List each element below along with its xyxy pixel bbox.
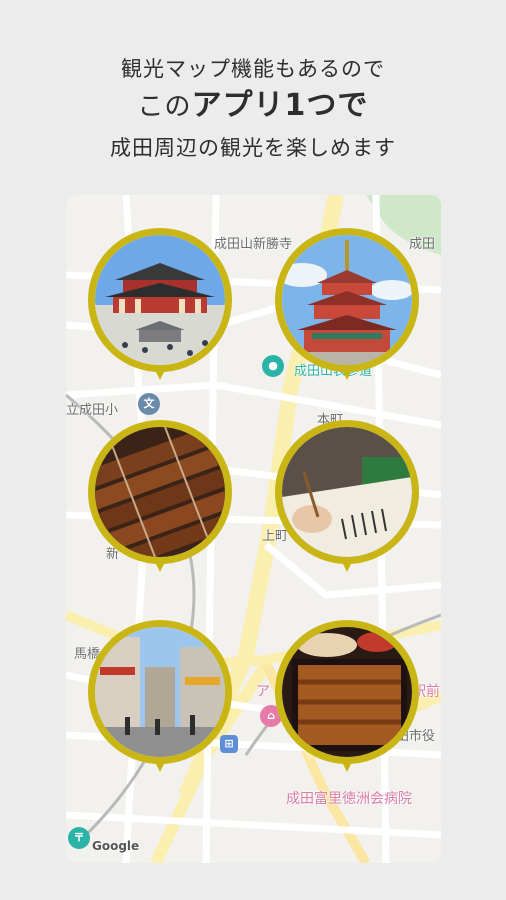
unaju-illustration (282, 627, 412, 757)
pin-pagoda[interactable] (275, 228, 419, 393)
calligraphy-illustration (282, 427, 412, 557)
unaju-box-photo (275, 620, 419, 764)
headline-line-3: 成田周辺の観光を楽しめます (110, 136, 396, 160)
google-logo: Google (92, 839, 140, 853)
post-icon[interactable]: 〒 (68, 827, 90, 849)
headline-line-1: 観光マップ機能もあるので (121, 57, 385, 81)
pagoda-photo (275, 228, 419, 372)
pin-street[interactable] (88, 620, 232, 785)
label-school: 立成田小 (66, 403, 119, 418)
headline: 観光マップ機能もあるので このアプリ1つで 成田周辺の観光を楽しめます (0, 52, 506, 167)
pin-calligraphy[interactable] (275, 420, 419, 585)
grilled-eel-photo (88, 420, 232, 564)
street-illustration (95, 627, 225, 757)
headline-line-2-prefix: この (137, 92, 192, 122)
calligraphy-photo (275, 420, 419, 564)
pin-unaju[interactable] (275, 620, 419, 785)
pin-temple-hall[interactable] (88, 228, 232, 393)
school-icon[interactable]: 文 (138, 393, 160, 415)
pagoda-illustration (282, 235, 412, 365)
shopping-street-photo (88, 620, 232, 764)
pin-eel-grill[interactable] (88, 420, 232, 585)
label-a: ア (256, 684, 270, 700)
headline-line-2-bold: アプリ1つで (191, 88, 369, 123)
label-hospital: 成田富里徳洲会病院 (286, 791, 412, 807)
great-hall-photo (88, 228, 232, 372)
temple-hall-illustration (95, 235, 225, 365)
headline-line-2: このアプリ1つで (0, 86, 506, 127)
eel-grill-illustration (95, 427, 225, 557)
